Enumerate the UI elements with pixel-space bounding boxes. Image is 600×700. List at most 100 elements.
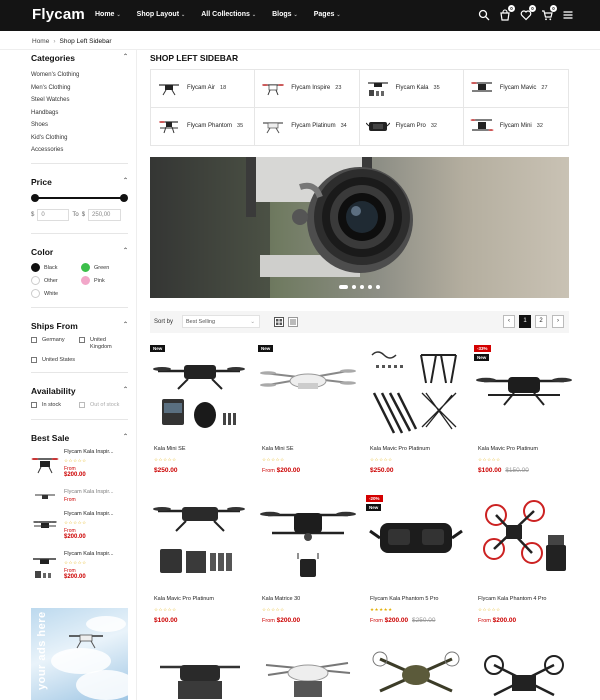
- nav-item-pages[interactable]: Pages ⌄: [314, 11, 341, 18]
- checkbox-germany[interactable]: Germany: [31, 337, 79, 351]
- checkbox-united-kingdom[interactable]: United Kingdom: [79, 337, 128, 351]
- product-image[interactable]: [258, 651, 358, 700]
- pagination-page-2[interactable]: 2: [535, 315, 547, 328]
- product-image[interactable]: [150, 651, 250, 700]
- product-thumbnail[interactable]: [31, 449, 59, 479]
- list-view-button[interactable]: [288, 317, 298, 327]
- nav-item-all-collections[interactable]: All Collections ⌄: [201, 11, 256, 18]
- nav-item-home[interactable]: Home ⌄: [95, 11, 121, 18]
- color-option-other[interactable]: Other: [31, 276, 81, 286]
- carousel-dot[interactable]: [352, 285, 356, 289]
- filter-header[interactable]: Color ⌃: [31, 247, 128, 257]
- category-link[interactable]: Shoes: [31, 119, 128, 132]
- checkbox-united-states[interactable]: United States: [31, 357, 79, 364]
- product-image[interactable]: [366, 343, 466, 438]
- category-link[interactable]: Accessories: [31, 144, 128, 157]
- category-tile[interactable]: Flycam Kala 35: [359, 70, 464, 108]
- slider-max-handle[interactable]: [120, 193, 128, 202]
- price-range-slider[interactable]: [31, 193, 128, 203]
- carousel-dot[interactable]: [360, 285, 364, 289]
- chevron-up-icon[interactable]: ⌃: [123, 386, 128, 396]
- sidebar-ad-banner[interactable]: your ads here: [31, 608, 128, 700]
- category-link[interactable]: Handbags: [31, 107, 128, 120]
- category-link[interactable]: Steel Watches: [31, 94, 128, 107]
- filter-header[interactable]: Price ⌃: [31, 177, 128, 187]
- breadcrumb-home-link[interactable]: Home: [32, 38, 49, 45]
- search-icon[interactable]: [478, 9, 490, 21]
- product-name[interactable]: Kala Mavic Pro Platinum: [370, 446, 430, 452]
- product-name[interactable]: Flycam Kala Phantom 4 Pro: [478, 596, 546, 602]
- carousel-dot[interactable]: [376, 285, 380, 289]
- checkbox[interactable]: [31, 402, 37, 408]
- checkbox[interactable]: [31, 337, 37, 343]
- compare-icon[interactable]: 0: [520, 5, 536, 21]
- menu-icon[interactable]: [562, 9, 574, 21]
- category-tile[interactable]: Flycam Mavic 27: [463, 70, 568, 108]
- product-image[interactable]: [474, 493, 574, 588]
- product-name[interactable]: Kala Mini SE: [262, 446, 294, 452]
- product-thumbnail[interactable]: [31, 551, 59, 581]
- category-tile[interactable]: Flycam Phantom 35: [151, 107, 256, 145]
- chevron-up-icon[interactable]: ⌃: [123, 53, 128, 63]
- product-card[interactable]: [474, 651, 574, 700]
- cart-icon[interactable]: 0: [499, 5, 515, 21]
- checkbox[interactable]: [79, 402, 85, 408]
- pagination-page-1[interactable]: 1: [519, 315, 531, 328]
- product-name[interactable]: Flycam Kala Inspir...: [64, 489, 126, 495]
- product-thumbnail[interactable]: [31, 511, 59, 541]
- product-name[interactable]: Flycam Kala Inspir...: [64, 449, 126, 455]
- filter-header[interactable]: Categories ⌃: [31, 53, 128, 63]
- product-name[interactable]: Flycam Kala Inspir...: [64, 551, 126, 557]
- price-max-input[interactable]: 250,00: [88, 208, 122, 221]
- product-card[interactable]: [258, 651, 358, 700]
- best-sale-item[interactable]: Flycam Kala Inspir... ☆☆☆☆☆ From $200.00: [31, 511, 128, 545]
- carousel-dot[interactable]: [339, 285, 348, 289]
- color-option-black[interactable]: Black: [31, 263, 81, 273]
- chevron-up-icon[interactable]: ⌃: [123, 321, 128, 331]
- product-image[interactable]: [258, 493, 358, 588]
- product-name[interactable]: Flycam Kala Inspir...: [64, 511, 126, 517]
- site-logo[interactable]: Flycam: [32, 6, 85, 23]
- sort-select[interactable]: Best Selling ⌄: [182, 315, 260, 328]
- chevron-up-icon[interactable]: ⌃: [123, 177, 128, 187]
- filter-header[interactable]: Ships From ⌃: [31, 321, 128, 331]
- price-min-input[interactable]: 0: [37, 208, 70, 221]
- category-tile[interactable]: Flycam Mini 32: [464, 108, 568, 146]
- carousel-dot[interactable]: [368, 285, 372, 289]
- category-tile[interactable]: Flycam Pro 32: [360, 107, 464, 145]
- wishlist-icon[interactable]: 0: [541, 5, 557, 21]
- best-sale-item[interactable]: Flycam Kala Inspir... ☆☆☆☆☆ From $200.00: [31, 449, 128, 483]
- pagination-prev-button[interactable]: ‹: [503, 315, 515, 328]
- checkbox-out-of-stock[interactable]: Out of stock: [79, 402, 128, 409]
- grid-view-button[interactable]: [274, 317, 284, 327]
- category-link[interactable]: Men's Clothing: [31, 82, 128, 95]
- category-link[interactable]: Kid's Clothing: [31, 132, 128, 145]
- chevron-up-icon[interactable]: ⌃: [123, 247, 128, 257]
- color-option-white[interactable]: White: [31, 289, 81, 299]
- filter-header[interactable]: Best Sale ⌃: [31, 433, 128, 443]
- color-option-pink[interactable]: Pink: [81, 276, 128, 286]
- pagination-next-button[interactable]: ›: [552, 315, 564, 328]
- product-name[interactable]: Flycam Kala Phantom 5 Pro: [370, 596, 438, 602]
- nav-item-blogs[interactable]: Blogs ⌄: [272, 11, 298, 18]
- product-card[interactable]: [150, 651, 250, 700]
- chevron-up-icon[interactable]: ⌃: [123, 433, 128, 443]
- category-tile[interactable]: Flycam Platinum 34: [255, 107, 360, 145]
- checkbox[interactable]: [31, 357, 37, 363]
- product-image[interactable]: [474, 651, 574, 700]
- hero-banner[interactable]: [150, 157, 569, 298]
- best-sale-item[interactable]: Flycam Kala Inspir... ☆☆☆☆☆ From $200.00: [31, 551, 128, 585]
- category-link[interactable]: Women's Clothing: [31, 69, 128, 82]
- product-card[interactable]: [366, 651, 466, 700]
- filter-header[interactable]: Availability ⌃: [31, 386, 128, 396]
- category-tile[interactable]: Flycam Inspire 23: [255, 70, 360, 108]
- product-image[interactable]: [150, 343, 250, 438]
- nav-item-shop-layout[interactable]: Shop Layout ⌄: [137, 11, 186, 18]
- product-image[interactable]: [150, 493, 250, 588]
- product-image[interactable]: [258, 343, 358, 438]
- product-name[interactable]: Kala Matrice 30: [262, 596, 300, 602]
- checkbox-in-stock[interactable]: In stock: [31, 402, 79, 409]
- checkbox[interactable]: [79, 337, 85, 343]
- category-tile[interactable]: Flycam Air 18: [151, 70, 256, 108]
- slider-min-handle[interactable]: [31, 193, 39, 202]
